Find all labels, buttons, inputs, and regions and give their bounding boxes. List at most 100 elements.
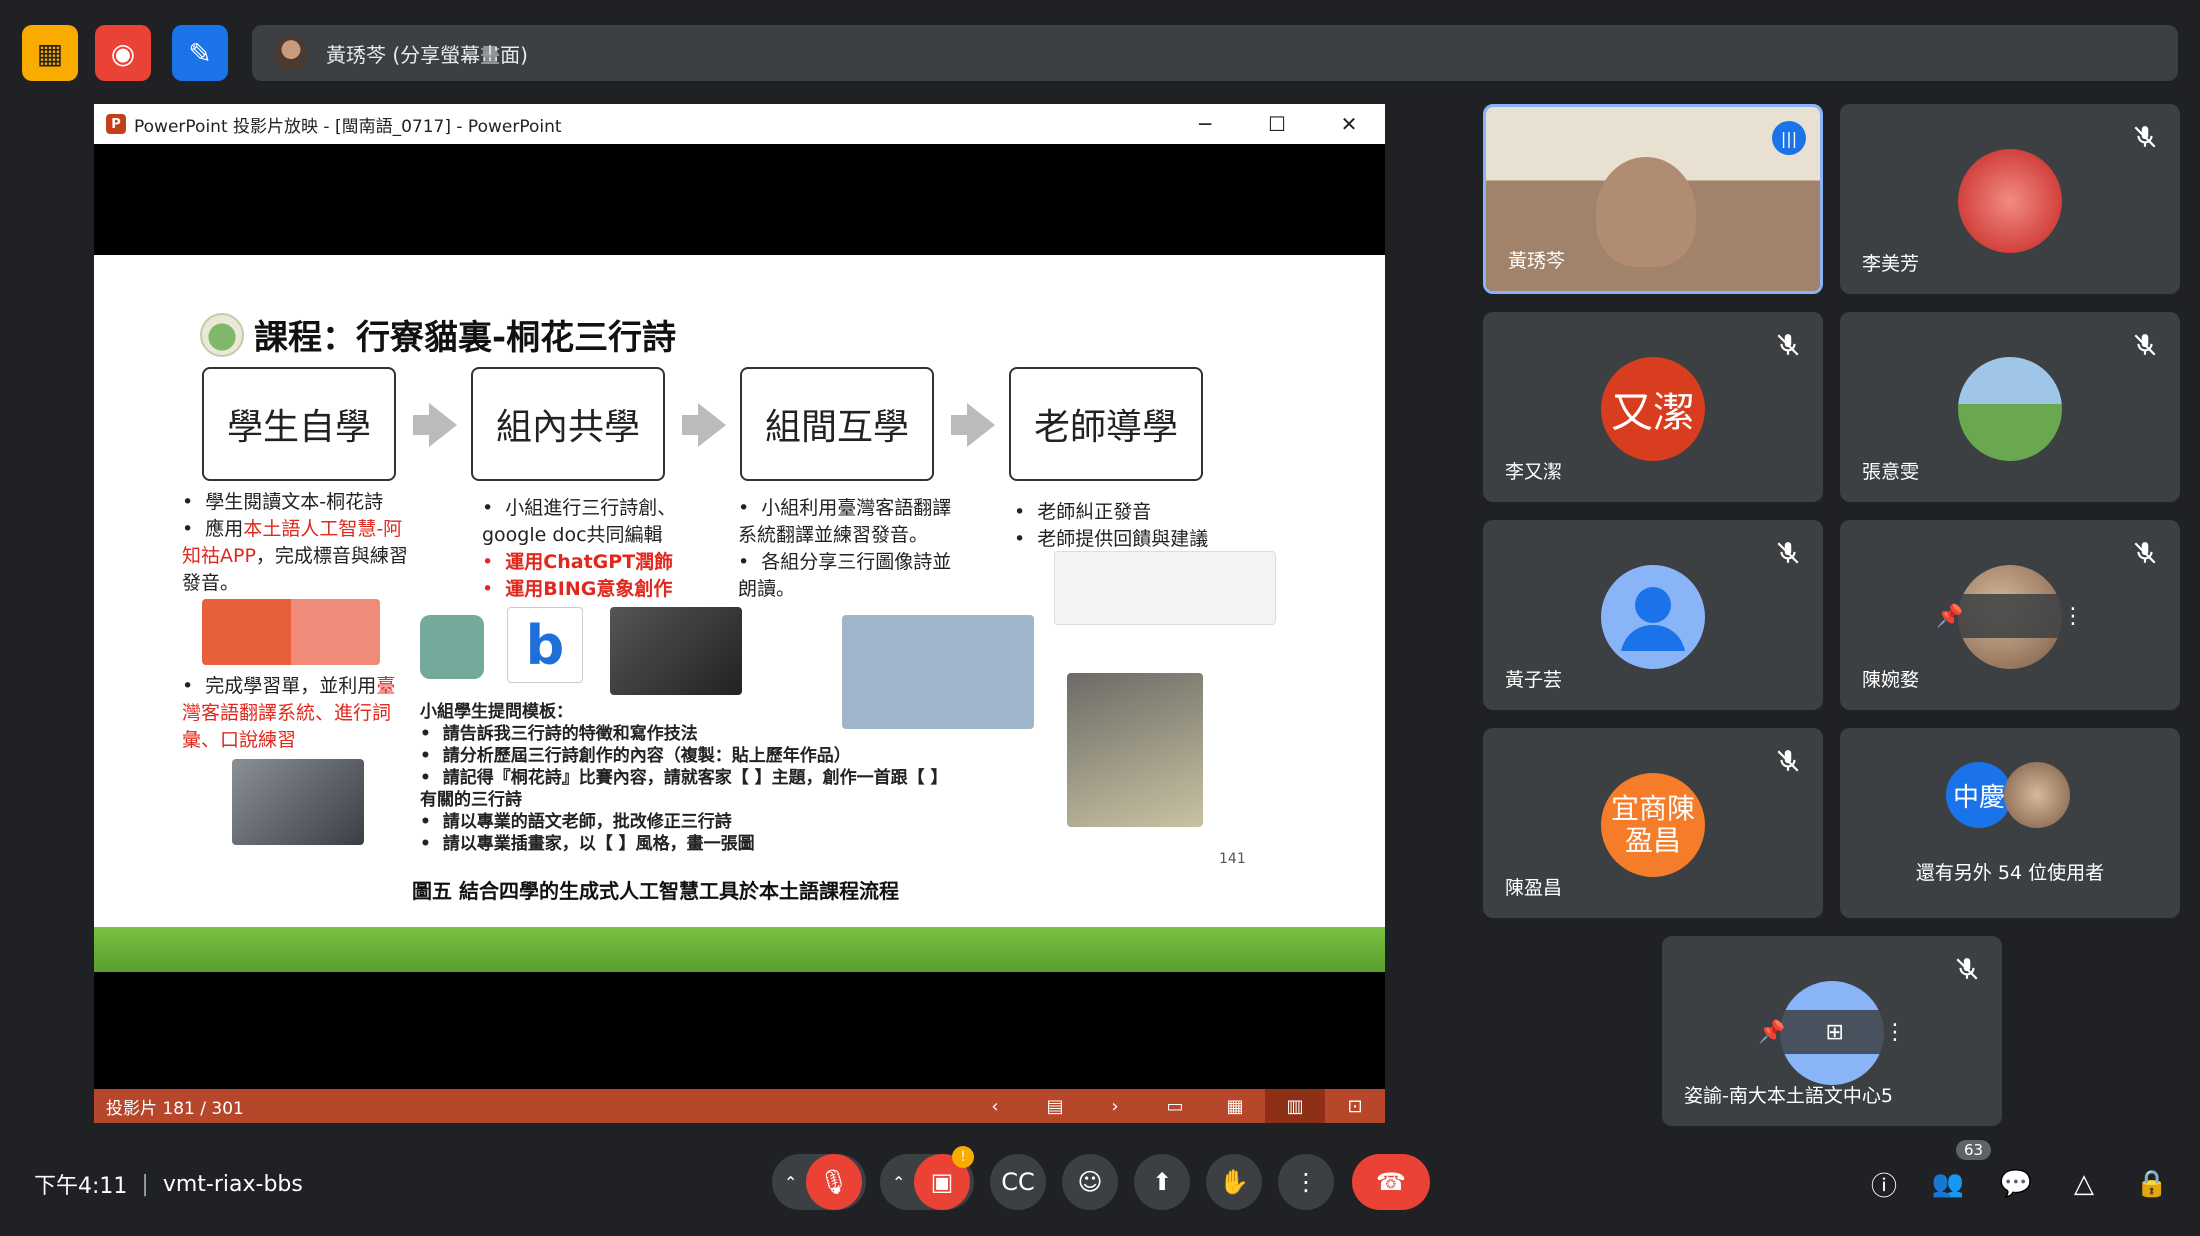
participant-name: 黃子芸 [1505, 669, 1563, 691]
student-photo [1067, 673, 1203, 827]
captions-button[interactable]: CC [990, 1154, 1046, 1210]
mic-off-icon [1777, 750, 1799, 772]
more-options-icon[interactable]: ⋮ [1884, 1020, 1906, 1045]
raise-hand-button[interactable]: ✋ [1206, 1154, 1262, 1210]
frame-icon[interactable]: ⊞ [1825, 1020, 1843, 1045]
arrow-icon [413, 403, 457, 447]
chatgpt-logo-icon [420, 615, 484, 679]
more-participants-tile[interactable]: 中慶 還有另外 54 位使用者 [1840, 728, 2180, 918]
chat-screenshot-image [842, 615, 1034, 729]
bullet-list: • 學生閱讀文本-桐花詩 • 應用本土語人工智慧-阿知祜APP，完成標音與練習發… [182, 491, 408, 594]
laptop-photo [610, 607, 742, 695]
slideshow-status-bar: 投影片 181 / 301 ‹ ▤ › ▭ ▦ ▥ ⊡ [94, 1089, 1385, 1123]
chevron-up-icon[interactable]: ⌃ [892, 1173, 905, 1192]
speaking-icon: ||| [1772, 121, 1806, 155]
mic-off-icon [2134, 126, 2156, 148]
mic-off-button[interactable]: 🎙 [806, 1154, 862, 1210]
avatar: 又潔 [1601, 357, 1705, 461]
slide-sorter-icon[interactable]: ▦ [1205, 1089, 1265, 1123]
arrow-icon [951, 403, 995, 447]
participant-tile[interactable]: 📌 ⋮ 陳婉婺 [1840, 520, 2180, 710]
avatar [1958, 149, 2062, 253]
speaker-head [1596, 157, 1696, 267]
slide-counter: 投影片 181 / 301 [106, 1098, 244, 1119]
info-icon[interactable]: ⓘ [1866, 1166, 1902, 1202]
slideshow-icon[interactable]: ⊡ [1325, 1089, 1385, 1123]
stage-box: 組間互學 [740, 367, 934, 481]
slide-title: 課程：行寮貓裏-桐花三行詩 [200, 310, 676, 359]
mic-off-icon [2134, 542, 2156, 564]
bullet-list: • 老師糾正發音 • 老師提供回饋與建議 [1014, 501, 1209, 550]
slide-footer-bar [94, 927, 1385, 972]
participant-tile[interactable]: 黃子芸 [1483, 520, 1823, 710]
classroom-photo [232, 759, 364, 845]
no-caption-icon[interactable]: ▦ [22, 25, 78, 81]
reading-view-icon[interactable]: ▥ [1265, 1089, 1325, 1123]
previous-slide-icon[interactable]: ‹ [965, 1089, 1025, 1123]
minimize-button[interactable]: ─ [1169, 104, 1241, 144]
activities-icon[interactable]: △ [2066, 1166, 2102, 1202]
stage-box: 組內共學 [471, 367, 665, 481]
more-participants-label: 還有另外 54 位使用者 [1915, 862, 2105, 884]
whiteboard-icon[interactable]: ✎ [172, 25, 228, 81]
warning-icon: ! [952, 1146, 974, 1168]
bing-logo-icon: b [507, 607, 583, 683]
participant-name: 李又潔 [1505, 461, 1563, 483]
meeting-info: 下午4:11 | vmt-riax-bbs [34, 1168, 303, 1200]
slide-list-icon[interactable]: ▤ [1025, 1089, 1085, 1123]
participant-name: 姿諭-南大本土語文中心5 [1684, 1085, 1893, 1107]
normal-view-icon[interactable]: ▭ [1145, 1089, 1205, 1123]
tile-hover-controls: 📌 ⋮ [1920, 594, 2100, 638]
camera-off-button[interactable]: ▣! [914, 1146, 974, 1210]
powerpoint-window: P PowerPoint 投影片放映 - [閩南語_0717] - PowerP… [94, 104, 1385, 1123]
pin-icon[interactable]: 📌 [1936, 604, 1963, 629]
stage-box: 老師導學 [1009, 367, 1203, 481]
mascot-icon [200, 312, 244, 357]
chevron-up-icon[interactable]: ⌃ [784, 1173, 797, 1192]
document-screenshot-image [1054, 551, 1276, 625]
close-button[interactable]: ✕ [1313, 104, 1385, 144]
default-avatar-icon [1601, 565, 1705, 669]
participant-count-badge: 63 [1956, 1140, 1992, 1160]
participant-tile[interactable]: 宜商陳盈昌 陳盈昌 [1483, 728, 1823, 918]
participant-name: 黃琇芩 [1508, 250, 1566, 272]
share-label: 黃琇芩 (分享螢幕畫面) [326, 42, 528, 67]
avatar [2004, 762, 2070, 828]
leave-call-button[interactable]: ☎ [1352, 1154, 1430, 1210]
maximize-button[interactable]: ☐ [1241, 104, 1313, 144]
participant-tile[interactable]: 張意雯 [1840, 312, 2180, 502]
people-icon[interactable]: 👥 63 [1930, 1140, 1992, 1202]
bullet-list: • 小組利用臺灣客語翻譯系統翻譯並練習發音。 • 各組分享三行圖像詩並朗讀。 [738, 497, 952, 600]
self-view-tile[interactable]: 📌 ⊞ ⋮ 姿諭-南大本土語文中心5 [1662, 936, 2002, 1126]
avatar: 宜商陳盈昌 [1601, 773, 1705, 877]
present-button[interactable]: ⬆ [1134, 1154, 1190, 1210]
pin-icon[interactable]: 📌 [1758, 1020, 1785, 1045]
mic-control-group[interactable]: ⌃ 🎙 [772, 1154, 866, 1210]
more-options-icon[interactable]: ⋮ [2062, 604, 2084, 629]
participant-tile[interactable]: 又潔 李又潔 [1483, 312, 1823, 502]
slide: 課程：行寮貓裏-桐花三行詩 學生自學 組內共學 組間互學 老師導學 • 學生閱讀… [94, 255, 1385, 931]
figure-caption: 圖五 結合四學的生成式人工智慧工具於本土語課程流程 [412, 879, 899, 903]
more-options-button[interactable]: ⋮ [1278, 1154, 1334, 1210]
record-icon[interactable]: ◉ [95, 25, 151, 81]
window-title-bar: P PowerPoint 投影片放映 - [閩南語_0717] - PowerP… [94, 104, 1385, 144]
host-controls-icon[interactable]: 🔒 [2134, 1166, 2170, 1202]
next-slide-icon[interactable]: › [1085, 1089, 1145, 1123]
screen-share-banner: 黃琇芩 (分享螢幕畫面) [252, 25, 2178, 81]
chat-icon[interactable]: 💬 [1998, 1166, 2034, 1202]
emoji-button[interactable]: ☺ [1062, 1154, 1118, 1210]
avatar [1958, 357, 2062, 461]
avatar [274, 36, 308, 70]
camera-control-group[interactable]: ⌃ ▣! [880, 1146, 974, 1210]
participant-name: 張意雯 [1862, 461, 1920, 483]
participant-name: 陳婉婺 [1862, 669, 1920, 691]
powerpoint-icon: P [106, 114, 126, 134]
avatar: 中慶 [1946, 762, 2012, 828]
mic-off-icon [2134, 334, 2156, 356]
arrow-icon [682, 403, 726, 447]
meeting-code: vmt-riax-bbs [162, 1171, 303, 1197]
participant-tile[interactable]: 李美芳 [1840, 104, 2180, 294]
window-title: PowerPoint 投影片放映 - [閩南語_0717] - PowerPoi… [134, 116, 562, 137]
mic-off-icon [1956, 958, 1978, 980]
participant-tile[interactable]: ||| 黃琇芩 [1483, 104, 1823, 294]
